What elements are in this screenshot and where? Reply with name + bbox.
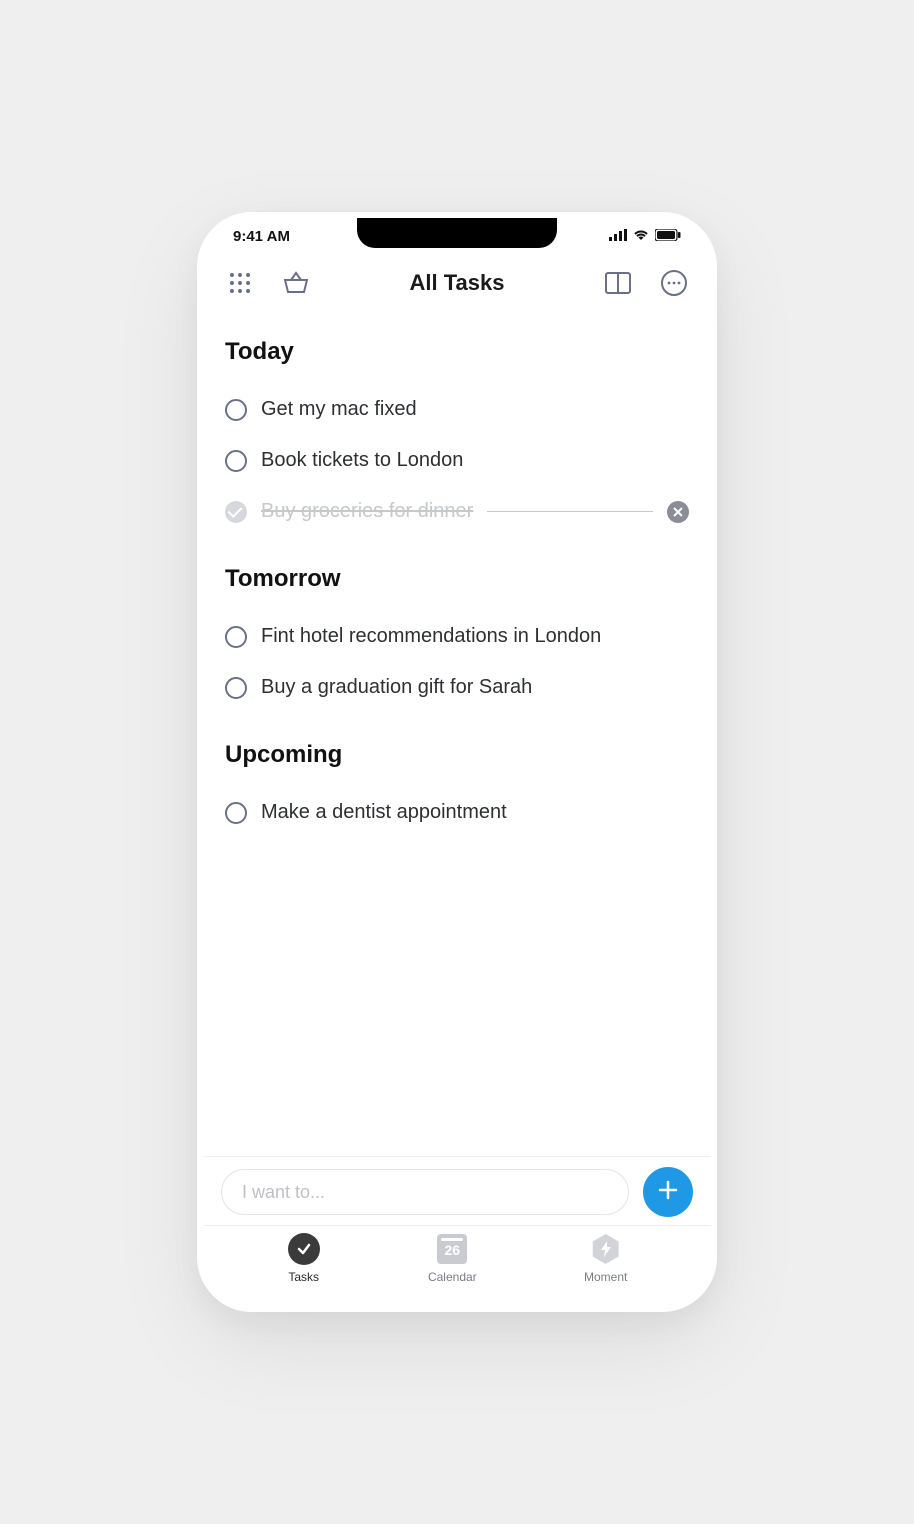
new-task-input[interactable] — [221, 1169, 629, 1215]
signal-icon — [609, 228, 627, 245]
section-title: Today — [225, 338, 689, 366]
phone-frame: 9:41 AM Al — [197, 212, 717, 1312]
grid-menu-icon[interactable] — [225, 268, 255, 298]
task-item[interactable]: Book tickets to London — [225, 435, 689, 486]
task-item[interactable]: Buy a graduation gift for Sarah — [225, 662, 689, 713]
task-label: Get my mac fixed — [261, 398, 417, 421]
tab-label: Calendar — [428, 1270, 477, 1284]
checkbox-icon[interactable] — [225, 450, 247, 472]
checkbox-icon[interactable] — [225, 677, 247, 699]
section-title: Upcoming — [225, 741, 689, 769]
checkbox-icon[interactable] — [225, 626, 247, 648]
task-label: Make a dentist appointment — [261, 801, 507, 824]
status-time: 9:41 AM — [233, 228, 290, 245]
strike-line — [487, 511, 653, 512]
task-label: Buy a graduation gift for Sarah — [261, 676, 532, 699]
delete-task-button[interactable] — [667, 501, 689, 523]
add-task-button[interactable] — [643, 1167, 693, 1217]
task-item[interactable]: Make a dentist appointment — [225, 787, 689, 838]
tab-label: Moment — [584, 1270, 627, 1284]
section-today: Today Get my mac fixed Book tickets to L… — [225, 338, 689, 537]
section-title: Tomorrow — [225, 565, 689, 593]
more-icon[interactable] — [659, 268, 689, 298]
tasks-tab-icon — [288, 1233, 320, 1265]
tab-tasks[interactable]: Tasks — [287, 1232, 321, 1284]
checkbox-checked-icon[interactable] — [225, 501, 247, 523]
checkbox-icon[interactable] — [225, 802, 247, 824]
tab-bar: Tasks 26 Calendar Moment — [203, 1225, 711, 1306]
top-toolbar: All Tasks — [203, 254, 711, 302]
calendar-day-number: 26 — [445, 1242, 461, 1258]
moment-tab-icon — [591, 1234, 621, 1264]
wifi-icon — [633, 228, 649, 245]
task-item-completed[interactable]: Buy groceries for dinner — [225, 486, 689, 537]
battery-icon — [655, 228, 681, 245]
screen: 9:41 AM Al — [203, 218, 711, 1306]
section-upcoming: Upcoming Make a dentist appointment — [225, 741, 689, 838]
task-label: Fint hotel recommendations in London — [261, 625, 601, 648]
task-item[interactable]: Fint hotel recommendations in London — [225, 611, 689, 662]
tab-label: Tasks — [288, 1270, 319, 1284]
basket-icon[interactable] — [281, 268, 311, 298]
status-indicators — [609, 228, 681, 245]
tab-calendar[interactable]: 26 Calendar — [428, 1232, 477, 1284]
task-item[interactable]: Get my mac fixed — [225, 384, 689, 435]
plus-icon — [656, 1178, 680, 1207]
calendar-tab-icon: 26 — [437, 1234, 467, 1264]
checkbox-icon[interactable] — [225, 399, 247, 421]
tab-moment[interactable]: Moment — [584, 1232, 627, 1284]
device-notch — [357, 218, 557, 248]
book-icon[interactable] — [603, 268, 633, 298]
task-list-content[interactable]: Today Get my mac fixed Book tickets to L… — [203, 302, 711, 1156]
task-label: Book tickets to London — [261, 449, 463, 472]
page-title: All Tasks — [410, 270, 505, 296]
new-task-input-row — [203, 1156, 711, 1225]
section-tomorrow: Tomorrow Fint hotel recommendations in L… — [225, 565, 689, 713]
task-label: Buy groceries for dinner — [261, 500, 473, 523]
